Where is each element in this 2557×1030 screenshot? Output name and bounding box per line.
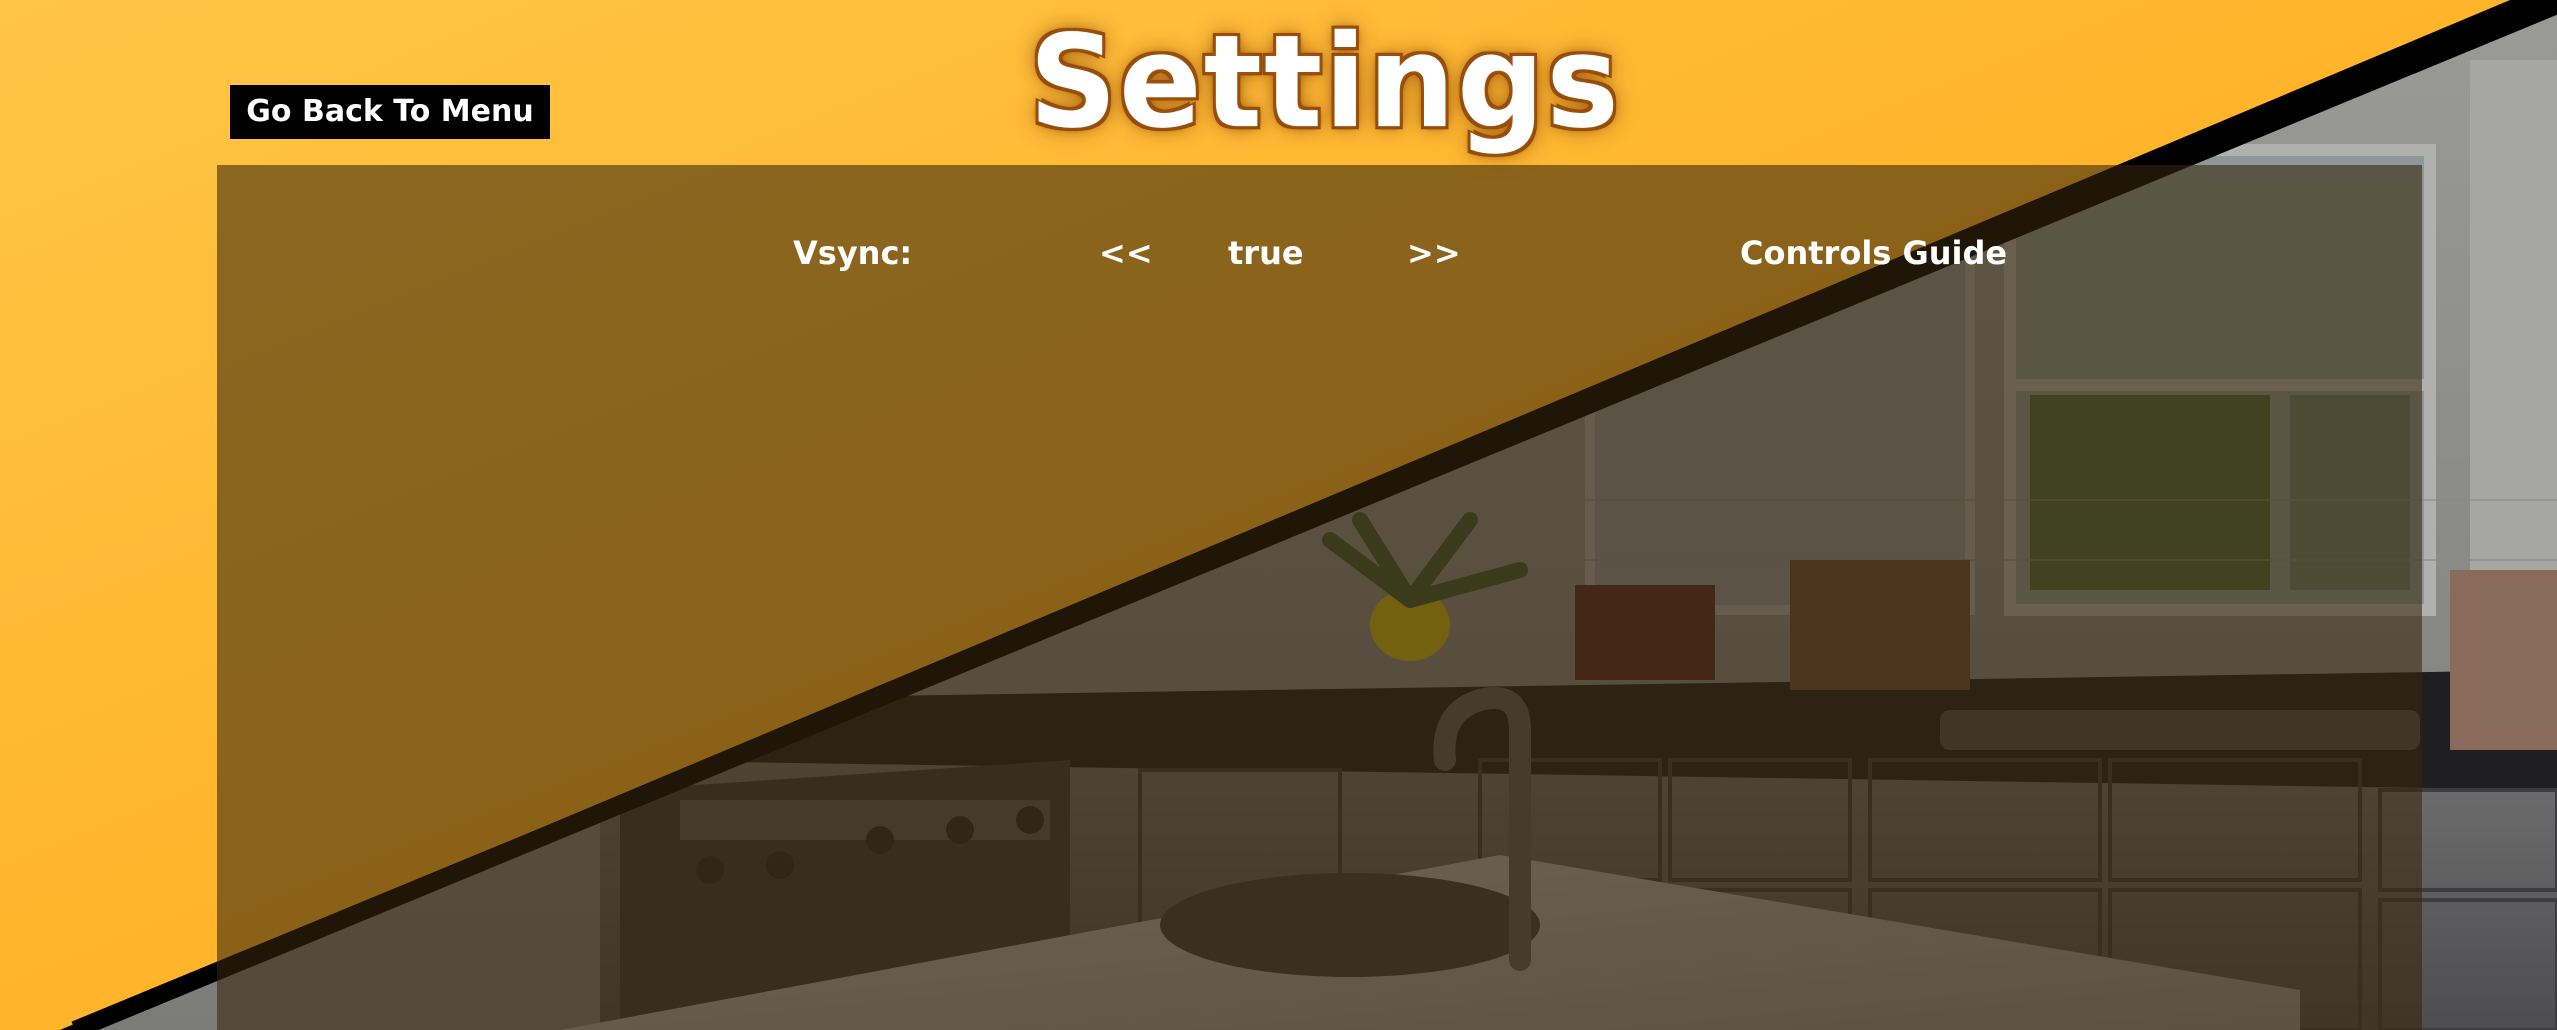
back-to-menu-button[interactable]: Go Back To Menu	[230, 85, 550, 139]
vsync-next-button[interactable]: >>	[1407, 233, 1461, 273]
settings-screen: Settings Go Back To Menu Vsync: << true …	[0, 0, 2557, 1030]
vsync-value: true	[1228, 234, 1304, 272]
vsync-previous-button[interactable]: <<	[1099, 233, 1153, 273]
vsync-label: Vsync:	[793, 234, 913, 272]
controls-guide-button[interactable]: Controls Guide	[1740, 233, 2007, 273]
page-title: Settings	[1029, 7, 1621, 157]
settings-panel	[217, 165, 2422, 1030]
